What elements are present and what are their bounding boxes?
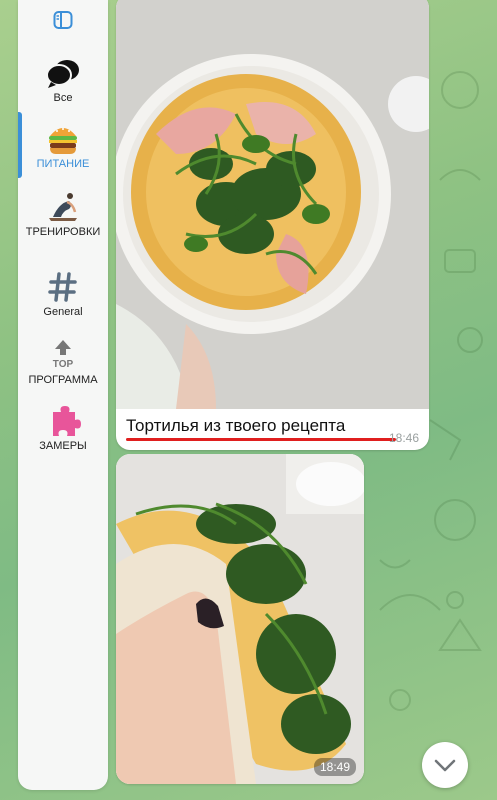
message-caption: Тортилья из твоего рецепта [126, 416, 346, 435]
chevron-down-icon [434, 759, 456, 772]
folder-nutrition[interactable]: ПИТАНИЕ [18, 122, 108, 171]
folder-label: ПРОГРАММА [28, 374, 98, 386]
folder-sidebar: Все ПИТАНИЕ ТРЕНИРОВКИ General TOP ПРОГР… [18, 0, 108, 790]
scroll-to-bottom-button[interactable] [422, 742, 468, 788]
puzzle-icon [53, 406, 81, 436]
svg-text:TOP: TOP [53, 359, 74, 370]
folder-measurements[interactable]: ЗАМЕРЫ [18, 404, 108, 453]
top-arrow-icon: TOP [53, 340, 74, 370]
folder-label: ТРЕНИРОВКИ [25, 226, 101, 238]
photo-message[interactable]: 18:49 [116, 454, 364, 784]
yoga-icon [49, 193, 77, 221]
burger-icon [49, 128, 77, 154]
red-underline-annotation [126, 438, 396, 441]
tortilla-wrap-photo[interactable] [116, 454, 364, 784]
folder-label: General [43, 306, 83, 318]
sidebar-toggle-icon[interactable] [53, 10, 73, 30]
folder-label: ЗАМЕРЫ [39, 440, 87, 452]
folder-program[interactable]: TOP ПРОГРАММА [18, 338, 108, 387]
folder-label: ПИТАНИЕ [36, 158, 90, 170]
folder-general[interactable]: General [18, 270, 108, 319]
message-timestamp: 18:49 [313, 758, 356, 776]
message-timestamp: 18:46 [388, 431, 419, 445]
tortilla-plate-photo[interactable] [116, 0, 429, 409]
hashtag-icon [48, 272, 77, 302]
chats-icon [46, 60, 79, 88]
folder-workouts[interactable]: ТРЕНИРОВКИ [18, 190, 108, 239]
photo-message[interactable]: Тортилья из твоего рецепта 18:46 [116, 0, 429, 450]
folder-label: Все [53, 92, 73, 104]
folder-all[interactable]: Все [18, 56, 108, 105]
